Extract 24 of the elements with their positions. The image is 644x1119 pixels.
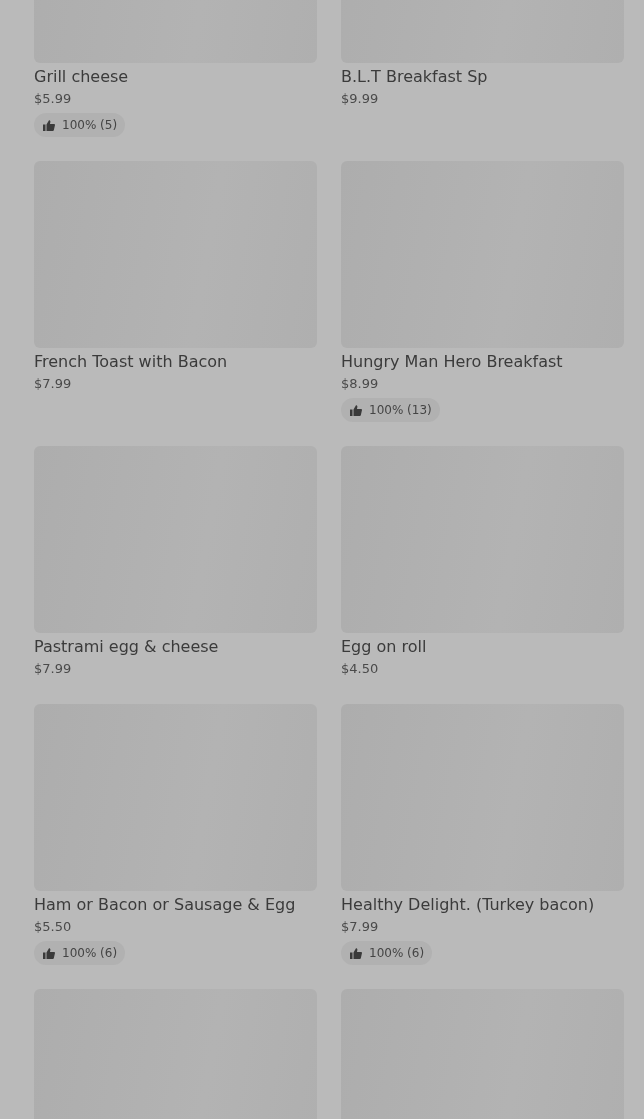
item-price: $4.50 (341, 660, 379, 678)
thumbs-up-icon (43, 119, 55, 131)
item-name: Pastrami egg & cheese (34, 636, 219, 658)
item-name: Egg on roll (341, 636, 427, 658)
item-name: B.L.T Breakfast Sp (341, 66, 488, 88)
rating-text: 100% (5) (62, 118, 118, 132)
item-price: $5.50 (34, 918, 72, 936)
rating-text: 100% (6) (369, 946, 425, 960)
item-price: $9.99 (341, 90, 379, 108)
thumbs-up-icon (350, 947, 362, 959)
item-price: $7.99 (34, 375, 72, 393)
item-price: $5.99 (34, 90, 72, 108)
item-name: French Toast with Bacon (34, 351, 228, 373)
rating-text: 100% (13) (369, 403, 432, 417)
item-price: $8.99 (341, 375, 379, 393)
thumbs-up-icon (350, 404, 362, 416)
item-name: Healthy Delight. (Turkey bacon) (341, 894, 595, 916)
thumbs-up-icon (43, 947, 55, 959)
item-price: $7.99 (341, 918, 379, 936)
rating-text: 100% (6) (62, 946, 118, 960)
item-name: Ham or Bacon or Sausage & Egg (34, 894, 296, 916)
item-name: Hungry Man Hero Breakfast (341, 351, 563, 373)
item-price: $7.99 (34, 660, 72, 678)
item-name: Grill cheese (34, 66, 129, 88)
